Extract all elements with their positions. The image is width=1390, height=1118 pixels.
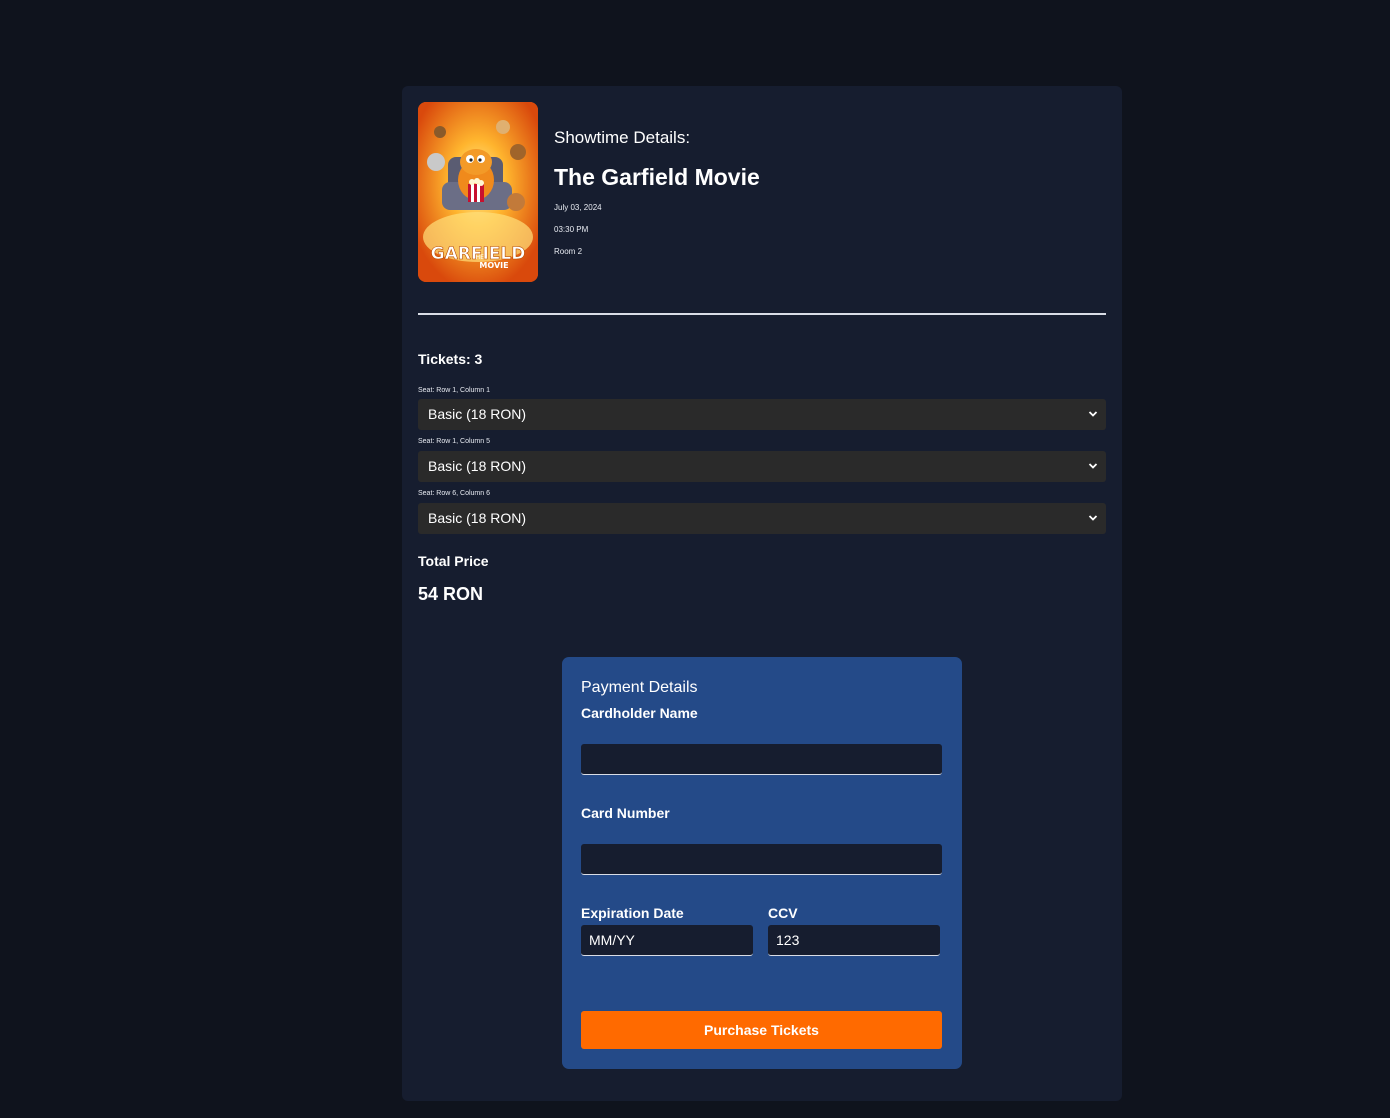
booking-card: THE GARFIELD MOVIE Showtime Details: The… [402,86,1122,1101]
section-divider [418,313,1106,315]
seat-label: Seat: Row 1, Column 5 [418,438,490,445]
expiration-date-label: Expiration Date [581,905,684,921]
chevron-down-icon [1088,411,1098,417]
ticket-type-select[interactable]: Basic (18 RON) [418,399,1106,430]
chevron-down-icon [1088,515,1098,521]
showtime-room: Room 2 [554,247,583,256]
chevron-down-icon [1088,463,1098,469]
payment-title: Payment Details [581,679,698,696]
poster-title-text: GARFIELD [431,244,526,264]
expiration-date-input[interactable]: MM/YY [581,925,753,956]
poster-subtitle-text: MOVIE [479,261,508,270]
showtime-date: July 03, 2024 [554,203,602,212]
ticket-type-value: Basic (18 RON) [428,458,527,474]
movie-title: The Garfield Movie [554,164,760,190]
ticket-type-select[interactable]: Basic (18 RON) [418,503,1106,534]
ccv-input[interactable]: 123 [768,925,940,956]
total-price-label: Total Price [418,553,489,569]
cardholder-name-label: Cardholder Name [581,705,698,721]
total-price-value: 54 RON [418,584,484,604]
ccv-label: CCV [768,905,798,921]
seat-label: Seat: Row 1, Column 1 [418,387,490,394]
card-number-label: Card Number [581,805,670,821]
ticket-type-select[interactable]: Basic (18 RON) [418,451,1106,482]
movie-poster: THE GARFIELD MOVIE [418,102,538,282]
tickets-count: Tickets: 3 [418,351,483,367]
ticket-type-value: Basic (18 RON) [428,510,527,526]
ticket-type-value: Basic (18 RON) [428,406,527,422]
card-number-input[interactable] [581,844,942,875]
purchase-tickets-button[interactable]: Purchase Tickets [581,1011,942,1049]
showtime-heading: Showtime Details: [554,128,691,147]
showtime-time: 03:30 PM [554,225,589,234]
cardholder-name-input[interactable] [581,744,942,775]
payment-form: Payment Details Cardholder Name Card Num… [562,657,962,1069]
poster-art: THE GARFIELD MOVIE [418,102,538,282]
showtime-info: Showtime Details: The Garfield Movie Jul… [554,128,760,256]
seat-label: Seat: Row 6, Column 6 [418,490,490,497]
